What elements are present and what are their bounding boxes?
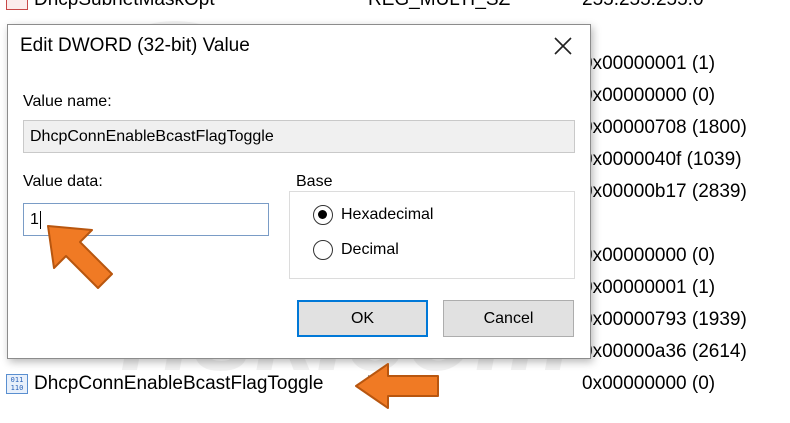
hexadecimal-label: Hexadecimal	[341, 206, 434, 223]
value-data-label: Value data:	[23, 173, 103, 190]
value-name-label: Value name:	[23, 93, 112, 110]
radio-unselected-icon	[313, 240, 333, 260]
arrow-left-icon	[355, 363, 439, 409]
registry-data: 0x00000b17 (2839)	[582, 181, 747, 202]
dialog-title: Edit DWORD (32-bit) Value	[20, 35, 250, 56]
registry-row[interactable]: ab DhcpSubnetMaskOpt REG_MULTI_SZ 255.255.2…	[0, 0, 790, 16]
edit-dword-dialog: Edit DWORD (32-bit) Value Value name: Dh…	[7, 24, 591, 359]
value-data-text: 1	[30, 211, 39, 228]
decimal-radio[interactable]: Decimal	[313, 237, 399, 263]
registry-data: 0x00000001 (1)	[582, 53, 716, 74]
registry-type: REG_MULTI_SZ	[368, 0, 510, 16]
registry-data: 0x00000a36 (2614)	[582, 341, 747, 362]
cancel-button[interactable]: Cancel	[443, 300, 574, 337]
registry-data: 0x00000000 (0)	[582, 373, 716, 394]
hexadecimal-radio[interactable]: Hexadecimal	[313, 202, 433, 228]
registry-data: 0x00000000 (0)	[582, 245, 716, 266]
radio-selected-icon	[313, 205, 333, 225]
arrow-up-left-icon	[47, 225, 113, 289]
registry-data: 0x0000040f (1039)	[582, 149, 742, 170]
decimal-label: Decimal	[341, 241, 399, 258]
registry-name: DhcpConnEnableBcastFlagToggle	[34, 373, 324, 394]
registry-data: 0x00000708 (1800)	[582, 117, 747, 138]
ok-button[interactable]: OK	[297, 300, 428, 337]
registry-data: 0x00000000 (0)	[582, 85, 716, 106]
dword-value-icon: 011 110	[6, 374, 28, 394]
registry-name: DhcpSubnetMaskOpt	[34, 0, 215, 16]
close-icon[interactable]	[550, 33, 576, 59]
base-label: Base	[292, 173, 337, 191]
registry-data: 255.255.255.0	[582, 0, 704, 16]
string-value-icon: ab	[6, 0, 28, 10]
value-name-field: DhcpConnEnableBcastFlagToggle	[23, 120, 575, 153]
registry-data: 0x00000793 (1939)	[582, 309, 747, 330]
registry-data: 0x00000001 (1)	[582, 277, 716, 298]
